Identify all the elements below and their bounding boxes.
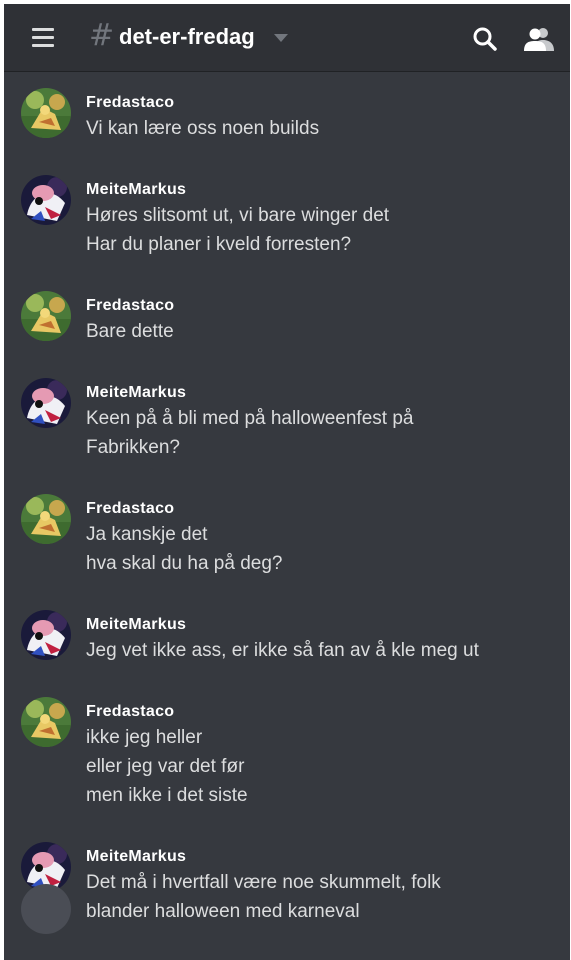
search-icon[interactable]	[472, 26, 498, 52]
message-text: Keen på å bli med på halloweenfest på	[86, 408, 414, 429]
message-list: Fredastaco Vi kan lære oss noen builds Me…	[4, 72, 570, 960]
message-text: Det må i hvertfall være noe skummelt, fo…	[86, 872, 441, 893]
message-text: Har du planer i kveld forresten?	[86, 234, 352, 255]
message-text: ikke jeg heller	[86, 727, 203, 748]
message-text: blander halloween med karneval	[86, 901, 360, 922]
avatar[interactable]	[21, 88, 71, 138]
message-author[interactable]: Fredastaco	[86, 297, 174, 315]
members-icon[interactable]	[523, 26, 555, 52]
chevron-down-icon[interactable]	[274, 34, 288, 42]
avatar[interactable]	[21, 884, 71, 934]
message-text: Vi kan lære oss noen builds	[86, 118, 320, 139]
channel-header: # det-er-fredag	[4, 4, 570, 72]
channel-name[interactable]: det-er-fredag	[119, 24, 255, 50]
message-author[interactable]: MeiteMarkus	[86, 616, 186, 634]
message-text: hva skal du ha på deg?	[86, 553, 283, 574]
message-text: Høres slitsomt ut, vi bare winger det	[86, 205, 390, 226]
message-text: Jeg vet ikke ass, er ikke så fan av å kl…	[86, 640, 479, 661]
chat-window: # det-er-fredag Fredastaco Vi kan lære os…	[4, 4, 570, 960]
avatar[interactable]	[21, 378, 71, 428]
message-text: Bare dette	[86, 321, 174, 342]
message-author[interactable]: MeiteMarkus	[86, 848, 186, 866]
message-author[interactable]: Fredastaco	[86, 703, 174, 721]
message-author[interactable]: Fredastaco	[86, 94, 174, 112]
message-text: Ja kanskje det	[86, 524, 208, 545]
message-text: Fabrikken?	[86, 437, 180, 458]
avatar[interactable]	[21, 697, 71, 747]
avatar[interactable]	[21, 291, 71, 341]
message-text: eller jeg var det før	[86, 756, 245, 777]
message-author[interactable]: MeiteMarkus	[86, 384, 186, 402]
avatar[interactable]	[21, 610, 71, 660]
message-text: men ikke i det siste	[86, 785, 248, 806]
channel-hash-icon: #	[89, 18, 115, 53]
avatar[interactable]	[21, 494, 71, 544]
message-author[interactable]: MeiteMarkus	[86, 181, 186, 199]
avatar[interactable]	[21, 175, 71, 225]
hamburger-menu-icon[interactable]	[32, 28, 58, 48]
message-author[interactable]: Fredastaco	[86, 500, 174, 518]
